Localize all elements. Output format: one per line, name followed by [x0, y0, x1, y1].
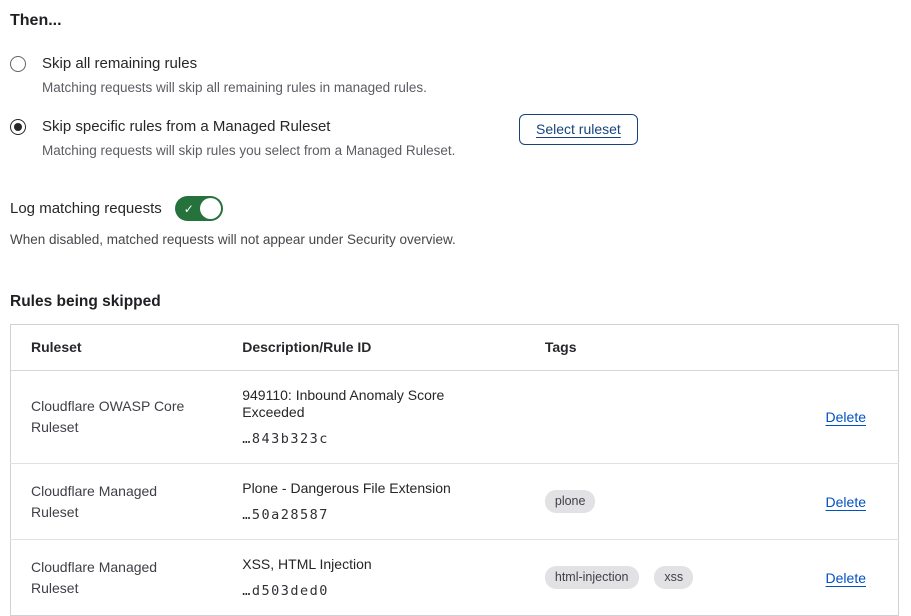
option-text: Skip all remaining rules Matching reques… [42, 54, 427, 96]
waf-rule-then-panel: Then... Skip all remaining rules Matchin… [0, 0, 911, 616]
column-header-tags: Tags [525, 325, 761, 371]
ruleset-cell: Cloudflare Managed Ruleset [11, 464, 223, 540]
rules-being-skipped-heading: Rules being skipped [10, 293, 901, 311]
column-header-actions [761, 325, 899, 371]
ruleset-name: Cloudflare Managed Ruleset [31, 557, 191, 599]
option-label: Skip specific rules from a Managed Rules… [42, 117, 455, 137]
table-header-row: Ruleset Description/Rule ID Tags [11, 325, 899, 371]
tags-cell [525, 371, 761, 464]
delete-link[interactable]: Delete [826, 409, 866, 425]
column-header-ruleset: Ruleset [11, 325, 223, 371]
log-matching-requests-toggle[interactable]: ✓ [175, 196, 223, 221]
then-heading: Then... [10, 12, 901, 30]
rule-description: 949110: Inbound Anomaly Score Exceeded [242, 387, 505, 421]
radio-selected-icon[interactable] [10, 119, 26, 135]
select-ruleset-button[interactable]: Select ruleset [519, 114, 638, 145]
actions-cell: Delete [761, 540, 899, 616]
table-row: Cloudflare Managed Ruleset Plone - Dange… [11, 464, 899, 540]
ruleset-cell: Cloudflare OWASP Core Ruleset [11, 371, 223, 464]
tag-pill: xss [654, 566, 693, 590]
check-icon: ✓ [184, 202, 194, 214]
actions-cell: Delete [761, 371, 899, 464]
rules-being-skipped-table: Ruleset Description/Rule ID Tags Cloudfl… [10, 324, 899, 616]
log-matching-requests-row: Log matching requests ✓ [10, 196, 901, 221]
option-skip-all-remaining-rules[interactable]: Skip all remaining rules Matching reques… [10, 54, 901, 96]
option-skip-specific-rules[interactable]: Skip specific rules from a Managed Rules… [10, 117, 901, 159]
description-cell: Plone - Dangerous File Extension …50a285… [222, 464, 525, 540]
rule-description: Plone - Dangerous File Extension [242, 480, 505, 497]
description-cell: 949110: Inbound Anomaly Score Exceeded …… [222, 371, 525, 464]
option-text: Skip specific rules from a Managed Rules… [42, 117, 455, 159]
column-header-description-rule-id: Description/Rule ID [222, 325, 525, 371]
toggle-knob [200, 198, 221, 219]
option-description: Matching requests will skip rules you se… [42, 142, 455, 159]
delete-link[interactable]: Delete [826, 494, 866, 510]
actions-cell: Delete [761, 464, 899, 540]
ruleset-name: Cloudflare OWASP Core Ruleset [31, 396, 191, 438]
delete-link[interactable]: Delete [826, 570, 866, 586]
option-description: Matching requests will skip all remainin… [42, 79, 427, 96]
log-toggle-description: When disabled, matched requests will not… [10, 232, 901, 247]
tags-cell: plone [525, 464, 761, 540]
ruleset-cell: Cloudflare Managed Ruleset [11, 540, 223, 616]
tags-cell: html-injection xss [525, 540, 761, 616]
rule-id: …50a28587 [242, 507, 505, 523]
description-cell: XSS, HTML Injection …d503ded0 [222, 540, 525, 616]
log-matching-requests-label: Log matching requests [10, 200, 162, 217]
tag-pill: html-injection [545, 566, 639, 590]
table-row: Cloudflare OWASP Core Ruleset 949110: In… [11, 371, 899, 464]
tag-pill: plone [545, 490, 596, 514]
rule-id: …d503ded0 [242, 583, 505, 599]
option-label: Skip all remaining rules [42, 54, 427, 74]
table-row: Cloudflare Managed Ruleset XSS, HTML Inj… [11, 540, 899, 616]
rule-description: XSS, HTML Injection [242, 556, 505, 573]
rule-id: …843b323c [242, 431, 505, 447]
radio-unselected-icon[interactable] [10, 56, 26, 72]
ruleset-name: Cloudflare Managed Ruleset [31, 481, 191, 523]
